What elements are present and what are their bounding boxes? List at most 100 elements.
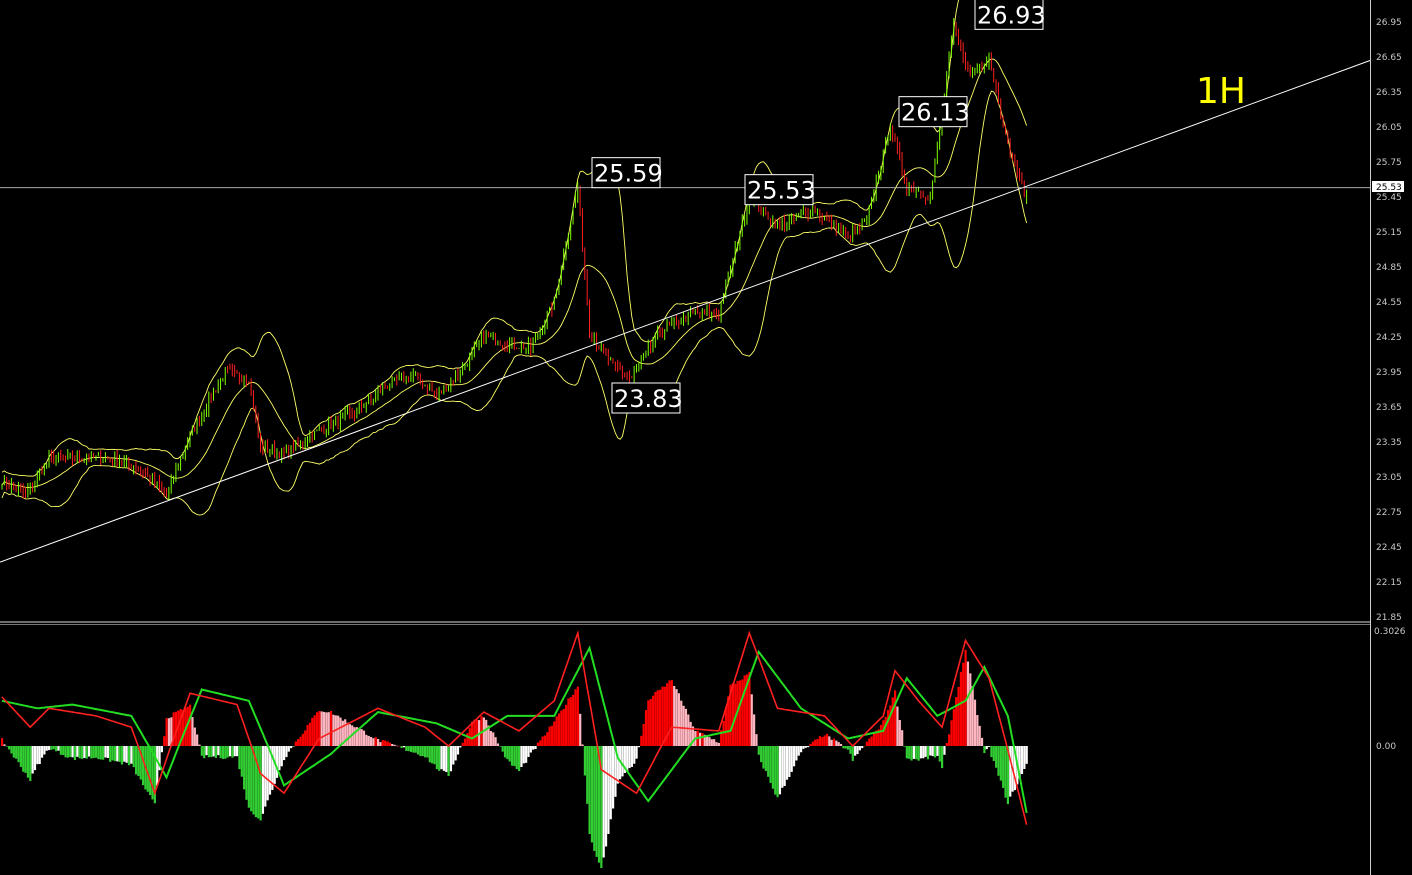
macd-histogram-bar bbox=[950, 720, 953, 746]
callout-label: 26.13 bbox=[901, 99, 970, 127]
macd-histogram-bar bbox=[522, 746, 525, 764]
macd-histogram-bar bbox=[929, 746, 932, 756]
macd-histogram-bar bbox=[731, 683, 735, 746]
macd-histogram-bar bbox=[901, 730, 904, 746]
macd-histogram-bar bbox=[557, 713, 561, 746]
macd-histogram-bar bbox=[407, 746, 410, 752]
macd-histogram-bar bbox=[604, 746, 608, 847]
macd-histogram-bar bbox=[424, 746, 427, 758]
macd-histogram-bar bbox=[421, 746, 424, 757]
macd-histogram-bar bbox=[339, 717, 342, 746]
macd-histogram-bar bbox=[33, 746, 37, 771]
macd-histogram-bar bbox=[353, 727, 356, 746]
macd-histogram-bar bbox=[781, 746, 784, 788]
macd-histogram-bar bbox=[659, 689, 662, 746]
macd-tick-label: 0.00 bbox=[1376, 742, 1396, 752]
price-tick-label: 26.35 bbox=[1376, 88, 1402, 98]
macd-histogram-bar bbox=[80, 746, 84, 759]
macd-histogram-bar bbox=[586, 746, 589, 804]
callout-label: 25.53 bbox=[747, 177, 816, 205]
macd-histogram-bar bbox=[642, 724, 645, 746]
macd-histogram-bar bbox=[109, 746, 112, 762]
macd-histogram-bar bbox=[52, 746, 55, 750]
macd-histogram-bar bbox=[804, 746, 807, 748]
macd-histogram-bar bbox=[546, 732, 549, 746]
macd-histogram-bar bbox=[858, 746, 861, 751]
macd-histogram-bar bbox=[55, 746, 58, 752]
macd-histogram-bar bbox=[753, 714, 756, 746]
macd-histogram-bar bbox=[245, 746, 248, 800]
macd-histogram-bar bbox=[680, 700, 683, 746]
macd-histogram-bar bbox=[240, 746, 243, 777]
macd-histogram-bar bbox=[426, 746, 429, 758]
macd-histogram-bar bbox=[207, 746, 210, 758]
macd-histogram-bar bbox=[553, 721, 556, 746]
macd-histogram-bar bbox=[762, 746, 765, 769]
macd-histogram-bar bbox=[224, 746, 227, 759]
macd-histogram-bar bbox=[630, 746, 633, 767]
macd-histogram-bar bbox=[301, 733, 304, 746]
macd-histogram-bar bbox=[337, 715, 340, 746]
macd-histogram-bar bbox=[266, 746, 269, 801]
macd-histogram-bar bbox=[572, 694, 575, 746]
macd-histogram-bar bbox=[861, 746, 864, 749]
macd-histogram-bar bbox=[428, 746, 431, 763]
macd-histogram-bar bbox=[214, 746, 218, 758]
macd-histogram-bar bbox=[814, 739, 817, 746]
callout-label: 25.59 bbox=[594, 160, 663, 188]
macd-histogram-bar bbox=[97, 746, 100, 760]
macd-histogram-bar bbox=[388, 742, 391, 746]
macd-histogram-bar bbox=[120, 746, 124, 765]
macd-histogram-bar bbox=[330, 710, 333, 746]
macd-histogram-bar bbox=[933, 746, 937, 758]
macd-histogram-bar bbox=[73, 746, 77, 761]
macd-histogram-bar bbox=[816, 739, 819, 746]
macd-histogram-bar bbox=[280, 746, 283, 767]
macd-histogram-bar bbox=[43, 746, 46, 755]
macd-histogram-bar bbox=[449, 746, 453, 772]
macd-histogram-bar bbox=[884, 716, 887, 746]
price-tick-label: 22.45 bbox=[1376, 543, 1402, 553]
macd-histogram-bar bbox=[755, 734, 758, 746]
macd-histogram-bar bbox=[515, 746, 518, 770]
macd-histogram-bar bbox=[379, 742, 382, 746]
macd-histogram-bar bbox=[541, 736, 544, 746]
macd-histogram-bar bbox=[529, 746, 532, 753]
macd-histogram-bar bbox=[771, 746, 774, 789]
macd-histogram-bar bbox=[102, 746, 105, 760]
macd-histogram-bar bbox=[297, 739, 300, 746]
macd-histogram-bar bbox=[882, 720, 885, 746]
macd-histogram-bar bbox=[459, 746, 462, 748]
macd-histogram-bar bbox=[811, 741, 814, 746]
macd-histogram-bar bbox=[118, 746, 121, 762]
macd-histogram-bar bbox=[435, 746, 438, 770]
macd-histogram-bar bbox=[621, 746, 624, 777]
macd-histogram-bar bbox=[710, 739, 713, 746]
macd-histogram-bar bbox=[456, 746, 460, 755]
macd-histogram-bar bbox=[764, 746, 767, 771]
macd-histogram-bar bbox=[374, 737, 377, 746]
macd-histogram-bar bbox=[802, 746, 805, 749]
macd-histogram-bar bbox=[247, 746, 250, 808]
macd-histogram-bar bbox=[104, 746, 107, 758]
macd-histogram-bar bbox=[132, 746, 135, 768]
macd-histogram-bar bbox=[539, 740, 542, 746]
macd-histogram-bar bbox=[508, 746, 511, 762]
macd-histogram-bar bbox=[358, 728, 361, 746]
macd-histogram-bar bbox=[116, 746, 119, 762]
macd-histogram-bar bbox=[750, 694, 753, 746]
macd-histogram-bar bbox=[936, 746, 939, 756]
macd-histogram-bar bbox=[313, 715, 316, 746]
macd-histogram-bar bbox=[668, 680, 671, 746]
macd-histogram-bar bbox=[924, 746, 927, 757]
macd-histogram-bar bbox=[217, 746, 220, 756]
macd-histogram-bar bbox=[548, 726, 551, 746]
macd-histogram-bar bbox=[1, 738, 4, 746]
macd-histogram-bar bbox=[670, 680, 673, 746]
macd-histogram-bar bbox=[980, 737, 984, 746]
macd-histogram-bar bbox=[499, 746, 502, 747]
macd-histogram-bar bbox=[1025, 746, 1028, 764]
timeframe-label: 1H bbox=[1196, 71, 1246, 112]
macd-histogram-bar bbox=[48, 746, 51, 751]
macd-histogram-bar bbox=[849, 746, 852, 754]
